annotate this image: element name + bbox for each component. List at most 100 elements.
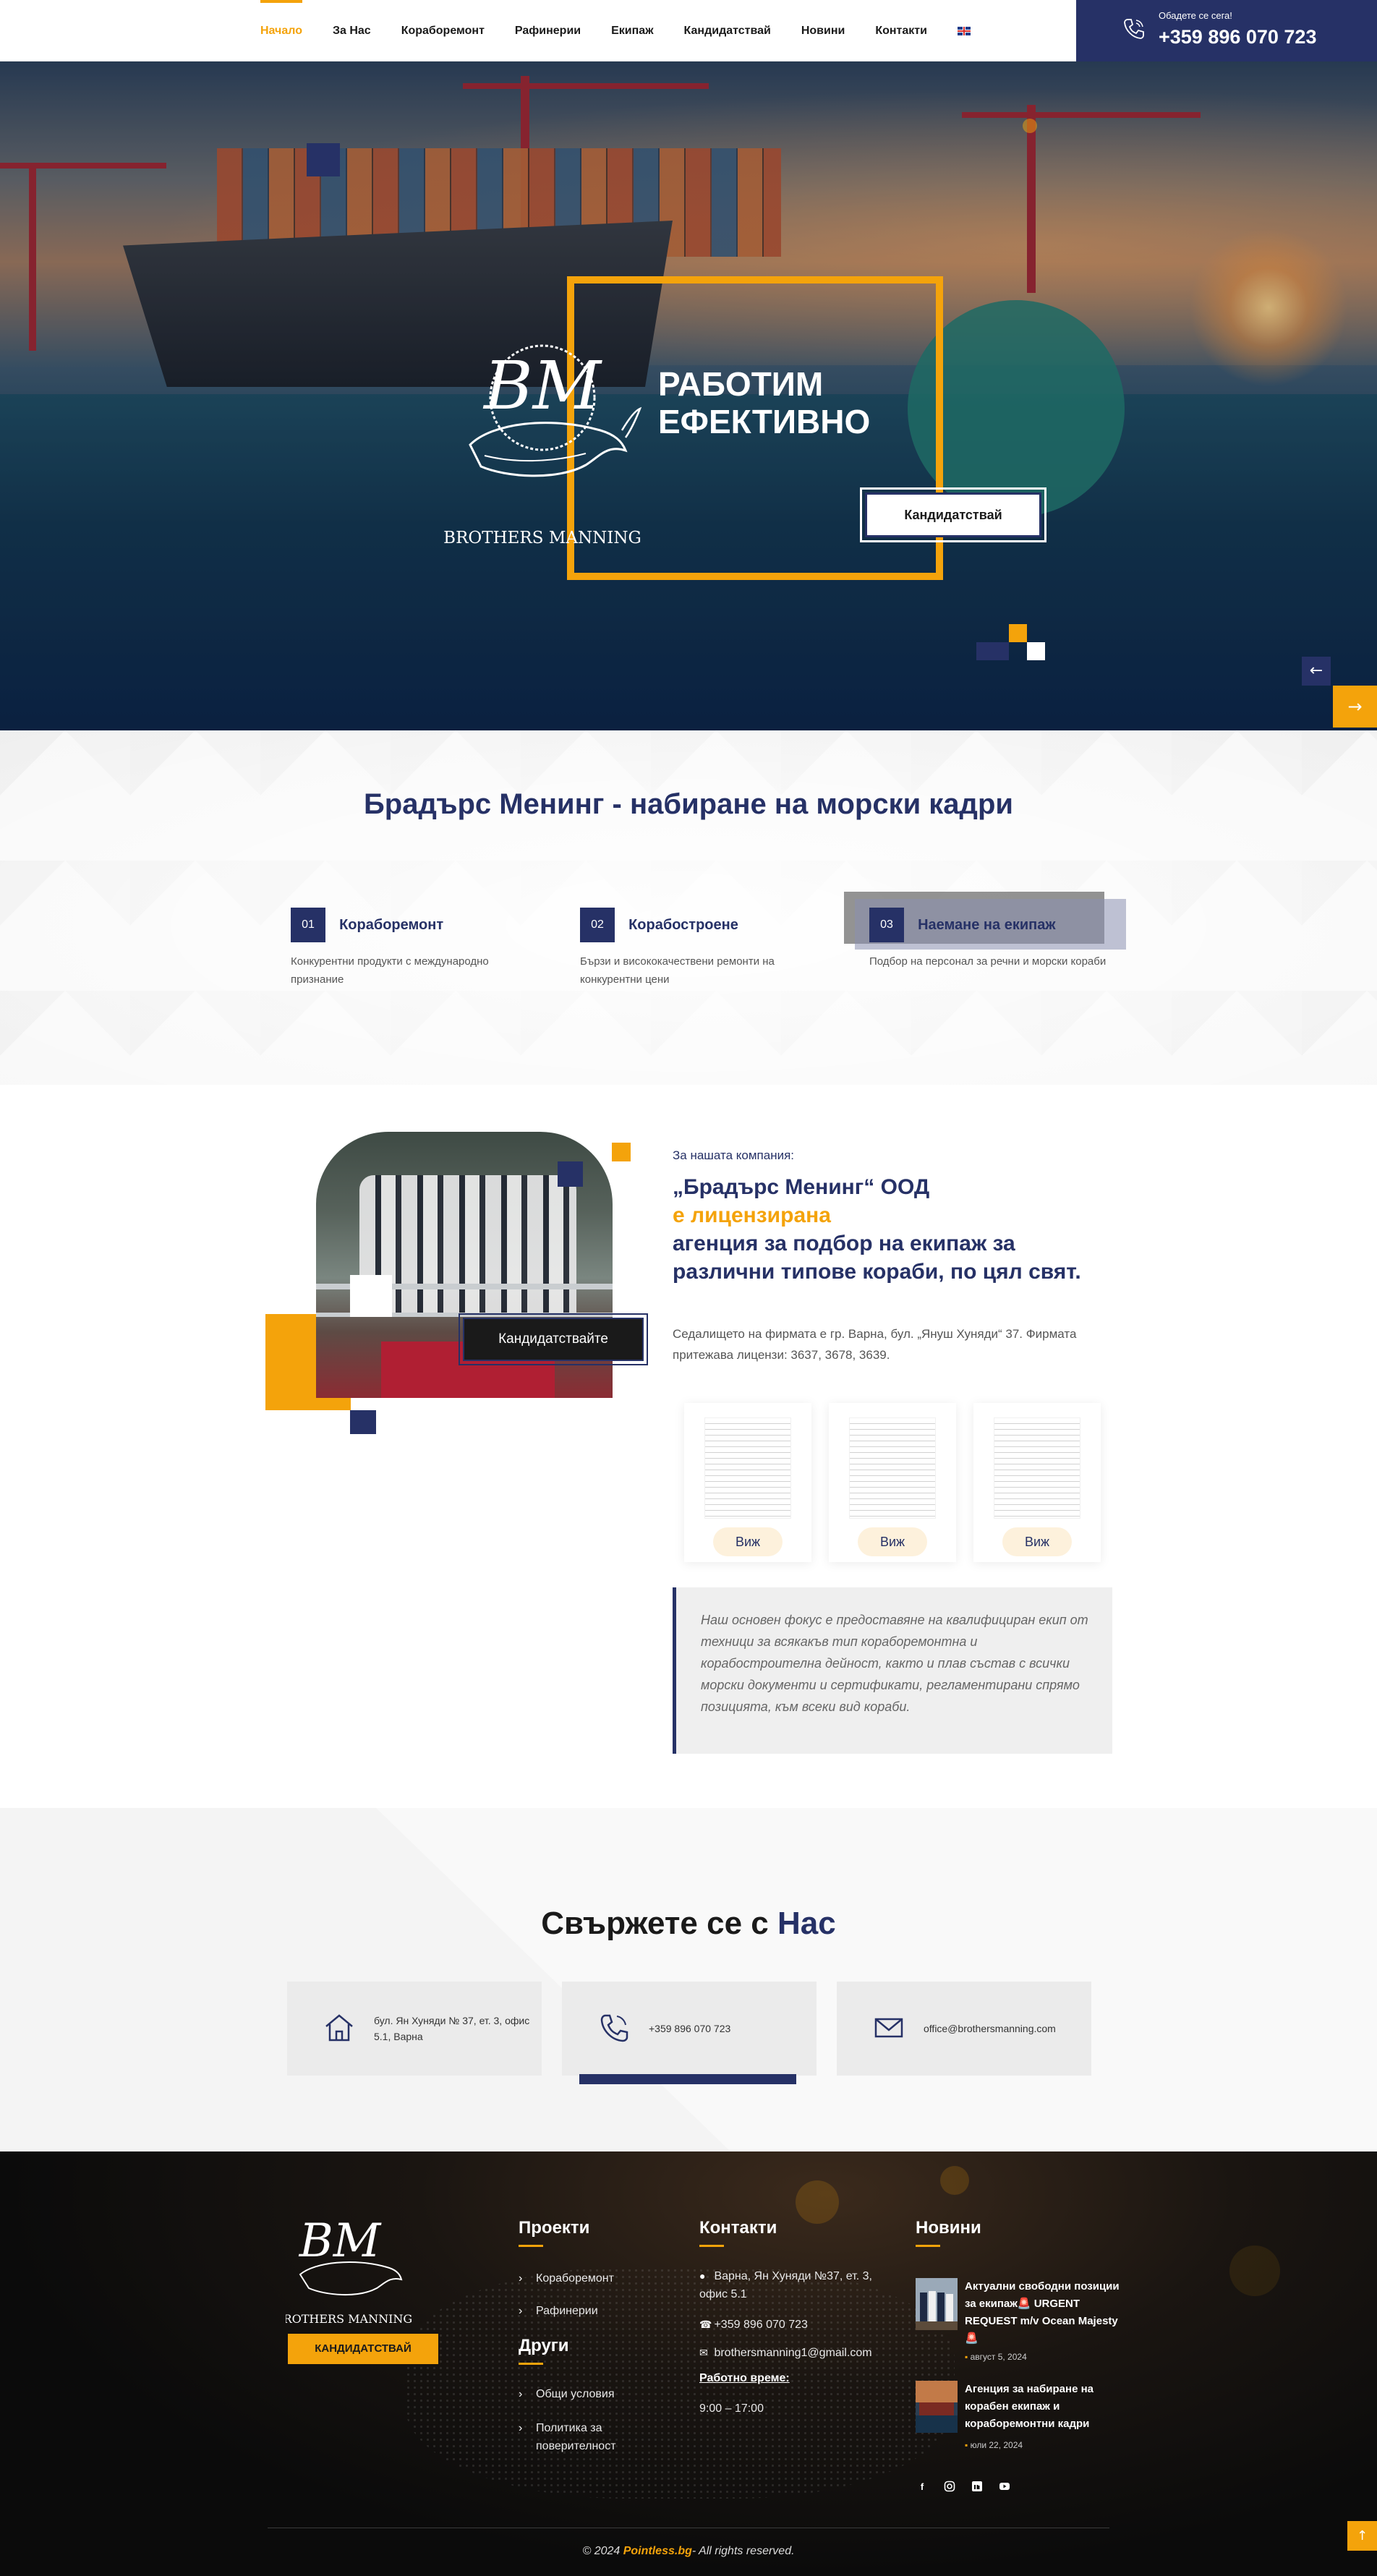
nav-item-crew[interactable]: Екипаж bbox=[611, 0, 653, 61]
phone-icon bbox=[1124, 19, 1144, 39]
footer-link-refineries[interactable]: Рафинерии bbox=[519, 2302, 598, 2320]
view-license-button[interactable]: Виж bbox=[858, 1527, 927, 1556]
decorative-square bbox=[1027, 642, 1045, 660]
nav-item-contacts[interactable]: Контакти bbox=[875, 0, 927, 61]
contact-email[interactable]: office@brothersmanning.com bbox=[924, 1982, 1083, 2076]
linkedin-icon[interactable] bbox=[971, 2481, 984, 2494]
back-to-top-button[interactable]: ↑ bbox=[1347, 2521, 1377, 2551]
footer-link-privacy[interactable]: Политика за поверителност bbox=[519, 2419, 652, 2455]
site-footer: BM BROTHERS MANNING КАНДИДАТСТВАЙ Проект… bbox=[0, 2151, 1377, 2576]
youtube-icon[interactable] bbox=[998, 2481, 1011, 2494]
footer-link-terms[interactable]: Общи условия bbox=[519, 2385, 614, 2403]
nav-item-about[interactable]: За Нас bbox=[333, 0, 371, 61]
about-heading: „Брадърс Менинг“ ООД е лицензирана агенц… bbox=[673, 1175, 1081, 1284]
news-item[interactable]: Актуални свободни позиции за екипаж🚨 URG… bbox=[916, 2278, 1125, 2365]
news-thumbnail bbox=[916, 2278, 958, 2330]
decorative-square bbox=[307, 143, 340, 176]
decorative-square bbox=[612, 1143, 631, 1161]
about-section: Кандидатствайте За нашата компания: „Бра… bbox=[0, 1085, 1377, 1808]
nav-item-refineries[interactable]: Рафинерии bbox=[515, 0, 581, 61]
feature-card: 02 Корабостроене Бързи и висококачествен… bbox=[580, 908, 826, 989]
home-icon bbox=[325, 2014, 353, 2042]
decorative-square bbox=[558, 1161, 583, 1187]
main-nav: Начало За Нас Кораборемонт Рафинерии Еки… bbox=[260, 0, 1001, 61]
license-document-image bbox=[994, 1417, 1080, 1519]
whale-logo-icon: BM BROTHERS MANNING bbox=[275, 2214, 412, 2326]
facebook-icon[interactable]: f bbox=[916, 2481, 929, 2494]
mail-icon bbox=[874, 2018, 903, 2038]
decorative-square bbox=[350, 1410, 376, 1434]
instagram-icon[interactable] bbox=[943, 2481, 956, 2494]
license-card: Виж bbox=[973, 1403, 1101, 1562]
intro-title: Брадърс Менинг - набиране на морски кадр… bbox=[364, 788, 1013, 820]
phone-icon bbox=[600, 2014, 628, 2042]
nav-item-ship-repair[interactable]: Кораборемонт bbox=[401, 0, 485, 61]
feature-description: Конкурентни продукти с международно приз… bbox=[291, 955, 489, 986]
svg-text:BROTHERS MANNING: BROTHERS MANNING bbox=[443, 529, 641, 547]
feature-title: Корабостроене bbox=[628, 916, 738, 933]
contact-phone[interactable]: +359 896 070 723 bbox=[649, 1982, 808, 2076]
arrow-left-icon: ← bbox=[1309, 662, 1323, 680]
contact-title: Свържете се с Нас bbox=[541, 1906, 836, 1941]
call-label: Обадете се сега! bbox=[1159, 10, 1232, 21]
hero-apply-button[interactable]: Кандидатствай bbox=[860, 487, 1046, 542]
nav-item-apply[interactable]: Кандидатствай bbox=[684, 0, 771, 61]
decorative-square bbox=[350, 1275, 392, 1317]
news-title[interactable]: Агенция за набиране на корабен екипаж и … bbox=[965, 2381, 1131, 2433]
arrow-up-icon: ↑ bbox=[1356, 2528, 1368, 2543]
decorative-square bbox=[1023, 119, 1037, 133]
contact-phone-card[interactable]: +359 896 070 723 bbox=[562, 1982, 817, 2076]
working-hours-label: Работно време: bbox=[699, 2372, 790, 2384]
news-thumbnail bbox=[916, 2381, 958, 2433]
footer-email[interactable]: ✉ brothersmanning1@gmail.com bbox=[699, 2344, 872, 2362]
copyright: © 2024 Pointless.bg- All rights reserved… bbox=[582, 2545, 795, 2557]
view-license-button[interactable]: Виж bbox=[1002, 1527, 1072, 1556]
uk-flag-icon bbox=[957, 26, 971, 35]
news-date: август 5, 2024 bbox=[965, 2352, 1027, 2362]
slider-next-button[interactable]: → bbox=[1333, 686, 1377, 728]
news-title[interactable]: Актуални свободни позиции за екипаж🚨 URG… bbox=[965, 2278, 1131, 2347]
nav-item-home[interactable]: Начало bbox=[260, 0, 302, 61]
active-card-indicator bbox=[579, 2074, 796, 2084]
feature-number: 03 bbox=[869, 908, 904, 942]
working-hours: 9:00 – 17:00 bbox=[699, 2402, 764, 2415]
svg-text:BROTHERS MANNING: BROTHERS MANNING bbox=[286, 2312, 412, 2326]
view-license-button[interactable]: Виж bbox=[713, 1527, 783, 1556]
decorative-square bbox=[1009, 624, 1027, 642]
feature-number: 01 bbox=[291, 908, 325, 942]
feature-card: 03 Наемане на екипаж Подбор на персонал … bbox=[844, 892, 1126, 971]
footer-others-heading: Други bbox=[519, 2336, 569, 2365]
svg-text:BM: BM bbox=[482, 347, 603, 425]
footer-address: ● Варна, Ян Хуняди №37, ет. 3, офис 5.1 bbox=[699, 2267, 887, 2303]
slider-prev-button[interactable]: ← bbox=[1302, 657, 1331, 686]
whale-logo-icon: BM BROTHERS MANNING bbox=[443, 344, 642, 547]
feature-card: 01 Кораборемонт Конкурентни продукти с м… bbox=[291, 908, 537, 989]
feature-description: Подбор на персонал за речни и морски кор… bbox=[869, 955, 1107, 968]
decorative-square bbox=[976, 642, 1009, 660]
contact-section: Свържете се с Нас бул. Ян Хуняди № 37, е… bbox=[0, 1808, 1377, 2151]
license-document-image bbox=[849, 1417, 936, 1519]
developer-link[interactable]: Pointless.bg bbox=[623, 2545, 692, 2557]
apply-now-button[interactable]: Кандидатствайте bbox=[459, 1313, 648, 1365]
contact-email-card[interactable]: office@brothersmanning.com bbox=[837, 1982, 1091, 2076]
envelope-icon: ✉ bbox=[699, 2347, 708, 2358]
license-card: Виж bbox=[829, 1403, 956, 1562]
call-box[interactable]: Обадете се сега! +359 896 070 723 bbox=[1076, 0, 1377, 61]
license-document-image bbox=[704, 1417, 791, 1519]
intro-section: Брадърс Менинг - набиране на морски кадр… bbox=[0, 730, 1377, 1085]
footer-phone[interactable]: ☎ +359 896 070 723 bbox=[699, 2316, 808, 2334]
nav-item-news[interactable]: Новини bbox=[801, 0, 845, 61]
footer-contacts-heading: Контакти bbox=[699, 2218, 777, 2247]
focus-quote: Наш основен фокус е предоставяне на квал… bbox=[673, 1587, 1112, 1754]
contact-address: бул. Ян Хуняди № 37, ет. 3, офис 5.1, Ва… bbox=[374, 2015, 530, 2042]
footer-news-heading: Новини bbox=[916, 2218, 981, 2247]
news-item[interactable]: Агенция за набиране на корабен екипаж и … bbox=[916, 2381, 1125, 2453]
footer-apply-button[interactable]: КАНДИДАТСТВАЙ bbox=[288, 2334, 438, 2364]
hero-title: РАБОТИМ ЕФЕКТИВНО bbox=[658, 365, 871, 440]
feature-description: Бързи и висококачествени ремонти на конк… bbox=[580, 955, 775, 986]
feature-number: 02 bbox=[580, 908, 615, 942]
phone-icon: ☎ bbox=[699, 2319, 712, 2330]
language-switcher[interactable] bbox=[957, 0, 971, 61]
call-phone-number[interactable]: +359 896 070 723 bbox=[1159, 26, 1316, 48]
footer-link-ship-repair[interactable]: Кораборемонт bbox=[519, 2269, 614, 2287]
